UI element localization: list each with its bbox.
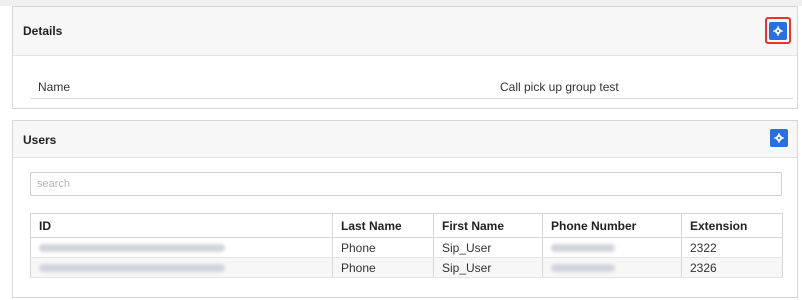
table-header-row: ID Last Name First Name Phone Number Ext…: [30, 213, 783, 238]
redacted-phone-number: [551, 264, 615, 273]
users-table: ID Last Name First Name Phone Number Ext…: [30, 213, 783, 278]
cell-first-name: Sip_User: [433, 237, 543, 258]
details-panel-title: Details: [23, 24, 63, 38]
details-settings-button[interactable]: [769, 22, 787, 40]
redacted-id: [39, 264, 225, 273]
users-panel-header: Users: [13, 121, 797, 158]
gear-icon: [773, 26, 783, 36]
column-header-first-name[interactable]: First Name: [433, 213, 543, 238]
table-row[interactable]: Phone Sip_User 2322: [30, 237, 783, 258]
details-panel-header: Details: [13, 7, 797, 56]
detail-row-divider: [30, 98, 793, 99]
column-header-extension[interactable]: Extension: [681, 213, 783, 238]
redacted-id: [39, 244, 225, 253]
gear-icon: [774, 133, 784, 143]
details-panel: Details Name Call pick up group test: [12, 6, 798, 109]
cell-phone-number: [542, 237, 682, 258]
users-settings-button[interactable]: [770, 129, 788, 147]
column-header-phone-number[interactable]: Phone Number: [542, 213, 682, 238]
cell-first-name: Sip_User: [433, 257, 543, 278]
users-search-input[interactable]: [30, 172, 782, 196]
users-panel-title: Users: [23, 133, 57, 147]
cell-extension: 2326: [681, 257, 783, 278]
cell-phone-number: [542, 257, 682, 278]
redacted-phone-number: [551, 244, 615, 253]
column-header-id[interactable]: ID: [30, 213, 333, 238]
cell-id: [30, 257, 333, 278]
cell-id: [30, 237, 333, 258]
column-header-last-name[interactable]: Last Name: [332, 213, 434, 238]
cell-last-name: Phone: [332, 257, 434, 278]
users-panel: Users ID L: [12, 120, 798, 298]
cell-extension: 2322: [681, 237, 783, 258]
table-row[interactable]: Phone Sip_User 2326: [30, 257, 783, 278]
cell-last-name: Phone: [332, 237, 434, 258]
detail-name-value: Call pick up group test: [500, 80, 619, 94]
detail-name-label: Name: [38, 80, 71, 94]
